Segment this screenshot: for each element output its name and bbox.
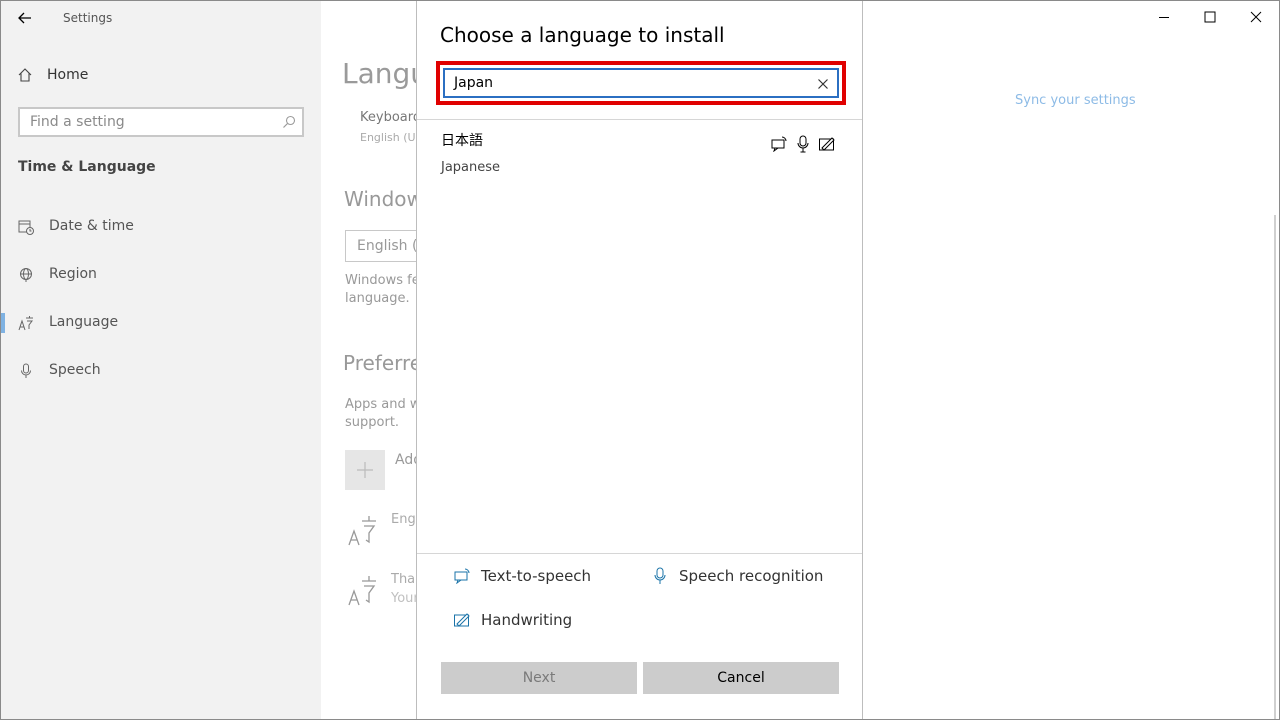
close-icon xyxy=(818,79,828,89)
handwriting-icon xyxy=(817,135,837,153)
microphone-icon xyxy=(793,135,813,153)
scrollbar[interactable] xyxy=(1274,215,1276,719)
legend-handwriting: Handwriting xyxy=(453,611,572,629)
divider xyxy=(417,553,862,554)
search-placeholder: Find a setting xyxy=(30,114,125,130)
search-icon xyxy=(282,114,296,133)
legend-label: Handwriting xyxy=(481,611,573,629)
sidebar-item-label: Speech xyxy=(49,362,101,378)
windows-desc-line1: Windows fe xyxy=(345,273,420,288)
cancel-button[interactable]: Cancel xyxy=(643,662,839,694)
result-native-name[interactable]: 日本語 xyxy=(441,130,483,150)
legend-label: Text-to-speech xyxy=(481,567,592,585)
sidebar-item-region[interactable]: Region xyxy=(1,257,321,293)
title-bar: Settings xyxy=(1,1,321,33)
legend-label: Speech recognition xyxy=(679,567,824,585)
result-feature-icons xyxy=(769,135,837,153)
windows-display-heading: Window xyxy=(344,187,423,211)
language-sub: Your xyxy=(391,591,419,606)
maximize-button[interactable] xyxy=(1187,1,1233,33)
preferred-heading: Preferre xyxy=(343,351,423,375)
search-value: Japan xyxy=(454,75,494,91)
sidebar-item-label: Region xyxy=(49,266,97,282)
app-title: Settings xyxy=(63,11,113,25)
keyboard-sub: English (U xyxy=(360,131,416,144)
language-icon xyxy=(348,516,376,546)
language-search-input[interactable]: Japan xyxy=(443,68,839,98)
preferred-desc-line1: Apps and w xyxy=(345,397,421,412)
back-button[interactable] xyxy=(11,6,39,30)
close-button[interactable] xyxy=(1233,1,1279,33)
preferred-desc-line2: support. xyxy=(345,415,400,430)
text-to-speech-icon xyxy=(453,567,471,585)
nav-home-label: Home xyxy=(47,67,89,83)
section-header: Time & Language xyxy=(18,159,156,175)
text-to-speech-icon xyxy=(769,135,789,153)
language-icon xyxy=(348,576,376,606)
choose-language-dialog: Choose a language to install Japan 日本語 J… xyxy=(416,1,863,719)
home-icon xyxy=(18,68,32,82)
add-language-button[interactable] xyxy=(345,450,385,490)
dialog-title: Choose a language to install xyxy=(440,23,725,47)
sidebar-item-label: Language xyxy=(49,314,119,330)
microphone-icon xyxy=(18,363,34,379)
globe-icon xyxy=(18,267,34,283)
selected-indicator xyxy=(1,313,5,333)
sidebar: Settings Home Find a setting Time & Lang… xyxy=(1,1,321,719)
handwriting-icon xyxy=(453,611,471,629)
back-arrow-icon xyxy=(18,12,31,24)
divider xyxy=(417,119,862,120)
settings-search-input[interactable]: Find a setting xyxy=(18,107,304,137)
sidebar-item-date-time[interactable]: Date & time xyxy=(1,209,321,245)
sync-settings-link[interactable]: Sync your settings xyxy=(1015,93,1136,108)
windows-desc-line2: language. xyxy=(345,291,410,306)
legend-speech-recognition: Speech recognition xyxy=(651,567,823,585)
nav-home[interactable]: Home xyxy=(17,63,88,87)
sidebar-item-language[interactable]: Language xyxy=(1,305,321,341)
calendar-clock-icon xyxy=(18,219,34,235)
sidebar-item-speech[interactable]: Speech xyxy=(1,353,321,389)
result-english-name[interactable]: Japanese xyxy=(441,160,500,175)
close-icon xyxy=(1250,11,1262,23)
sidebar-item-label: Date & time xyxy=(49,218,134,234)
language-icon xyxy=(18,315,34,331)
next-button[interactable]: Next xyxy=(441,662,637,694)
keyboard-label[interactable]: Keyboard xyxy=(360,110,421,125)
language-name[interactable]: Thai xyxy=(391,572,419,587)
clear-search-button[interactable] xyxy=(815,76,831,92)
legend-text-to-speech: Text-to-speech xyxy=(453,567,591,585)
plus-icon xyxy=(357,462,373,478)
microphone-icon xyxy=(651,567,669,585)
minimize-button[interactable] xyxy=(1141,1,1187,33)
maximize-icon xyxy=(1204,11,1216,23)
minimize-icon xyxy=(1159,17,1169,18)
